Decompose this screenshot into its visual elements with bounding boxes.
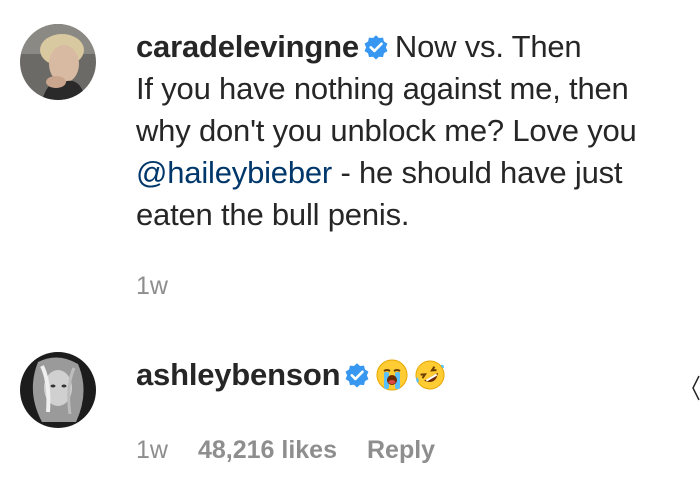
comment-meta: 1w 48,216 likes Reply [136,436,465,465]
avatar[interactable] [20,352,96,428]
username[interactable]: caradelevingne [136,29,359,64]
comment-meta: 1w [136,272,198,301]
comment-body: ashleybenson [136,354,692,396]
timestamp[interactable]: 1w [136,272,168,300]
comment-text-line: If you have nothing against me, then [136,71,629,106]
loudly-crying-face-icon [376,359,408,391]
likes-count[interactable]: 48,216 likes [198,436,337,464]
comment-body: caradelevingne Now vs. Then If you have n… [136,26,692,236]
reply-button[interactable]: Reply [367,436,435,464]
verified-badge-icon [345,363,369,388]
comment-text-line: Now vs. Then [394,29,582,64]
comment-text-line: eaten the bull penis. [136,197,410,232]
avatar[interactable] [20,24,96,100]
mention-link[interactable]: @haileybieber [136,155,332,190]
comment-text-line: why don't you unblock me? Love you [136,113,637,148]
username[interactable]: ashleybenson [136,357,341,392]
verified-badge-icon [364,35,388,60]
rolling-on-floor-laughing-icon [415,360,445,390]
timestamp[interactable]: 1w [136,436,168,464]
chevron-left-icon[interactable] [692,374,700,402]
comment-text-line: - he should have just [332,155,623,190]
